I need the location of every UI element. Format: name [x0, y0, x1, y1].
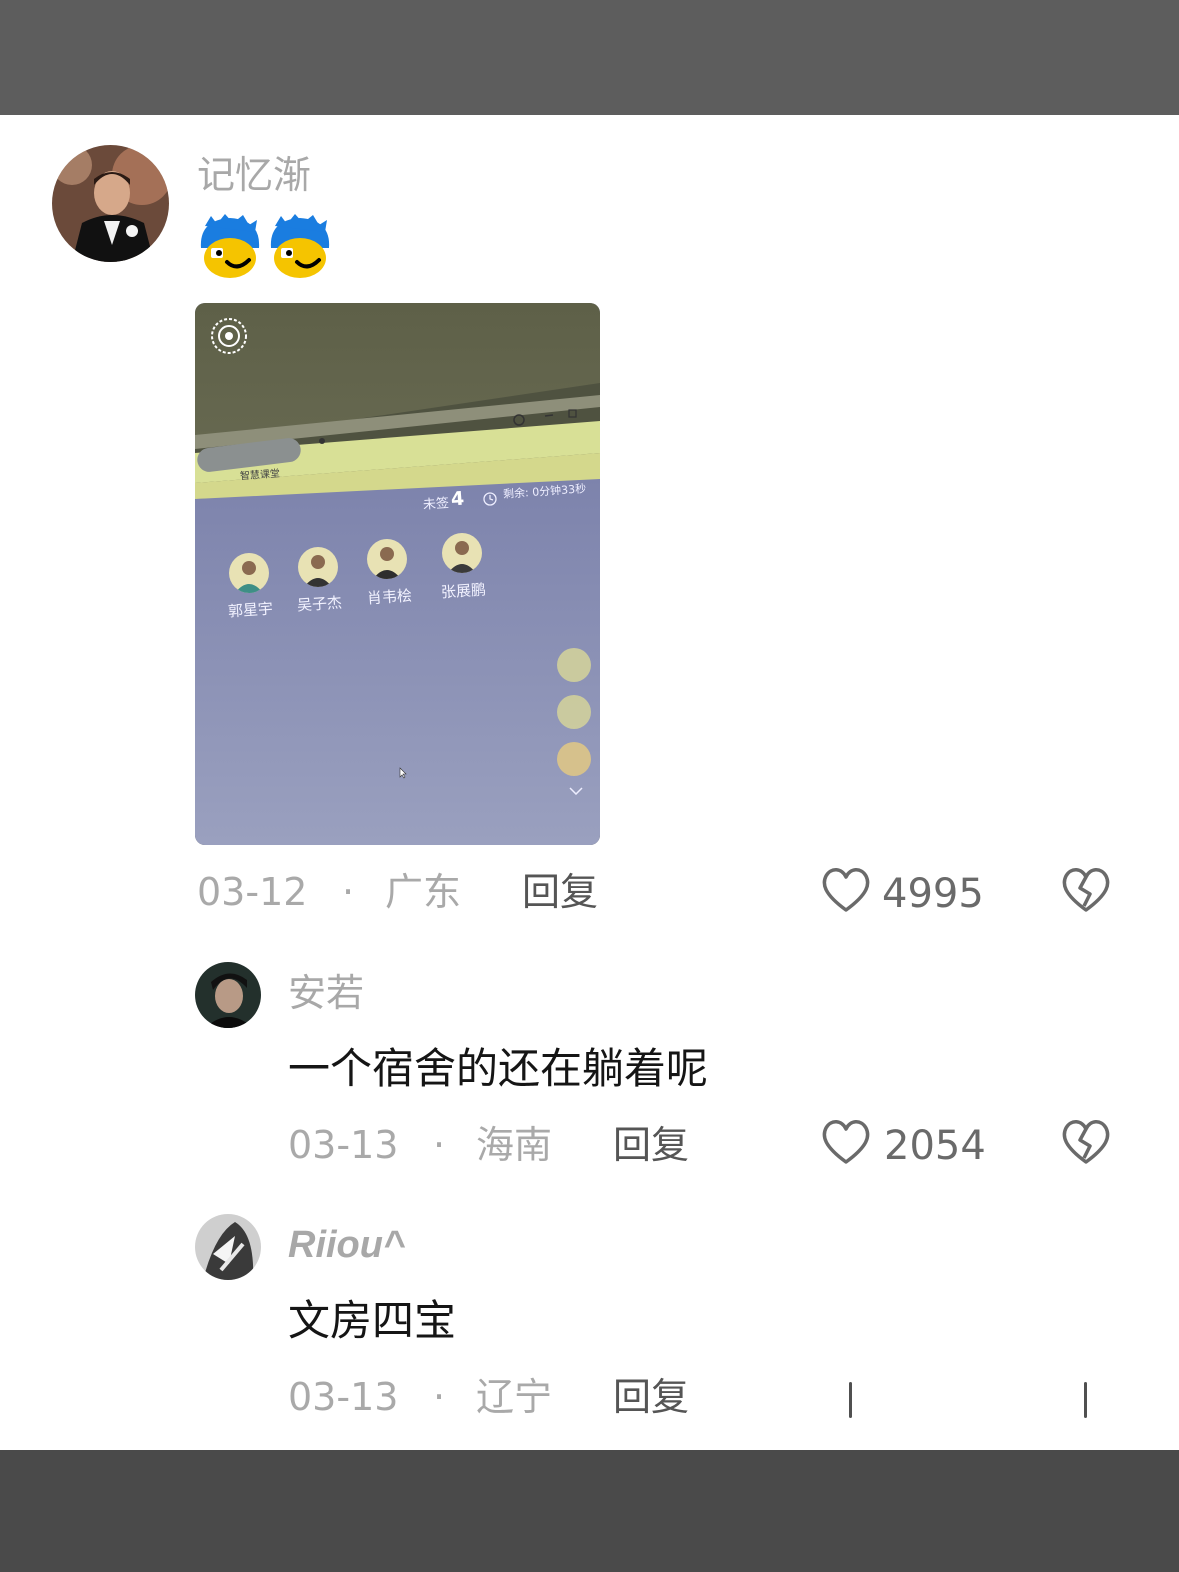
- reply-button[interactable]: 回复: [522, 873, 598, 911]
- student-avatar: [298, 547, 338, 587]
- student-name: 张展鹏: [440, 580, 487, 602]
- smiling-face-emoji: [270, 214, 330, 278]
- student-avatar: [442, 533, 482, 573]
- comment-date: 03-12: [197, 870, 308, 914]
- smiling-face-emoji: [200, 214, 260, 278]
- comment-date: 03-13: [288, 1123, 399, 1167]
- photo-side-button: [557, 742, 591, 776]
- like-count: 2054: [884, 1123, 986, 1169]
- photo-unsigned-label: 未签: [422, 496, 450, 513]
- reply-button[interactable]: 回复: [613, 1126, 689, 1164]
- heart-icon[interactable]: [820, 1118, 872, 1166]
- like-count: 4995: [882, 871, 984, 917]
- meta-separator: ·: [433, 1123, 446, 1167]
- chevron-down-icon: [569, 787, 583, 795]
- meta-separator: ·: [342, 870, 355, 914]
- avatar[interactable]: [195, 1214, 261, 1280]
- username[interactable]: Riiou^: [288, 1226, 405, 1264]
- mouse-cursor-icon: [399, 767, 407, 779]
- comment-text: 一个宿舍的还在躺着呢: [288, 1044, 709, 1093]
- student-name: 吴子杰: [296, 593, 343, 615]
- student-name: 肖韦桧: [366, 586, 413, 608]
- photo-unsigned-count: 4: [450, 487, 465, 511]
- comment-location: 海南: [476, 1123, 553, 1167]
- photo-side-button: [557, 695, 591, 729]
- comment-location: 广东: [385, 870, 462, 914]
- broken-heart-icon[interactable]: [1060, 864, 1112, 914]
- top-dark-bar: [0, 0, 1179, 115]
- avatar[interactable]: [195, 962, 261, 1028]
- reply-button[interactable]: 回复: [613, 1378, 689, 1416]
- dislike-icon-cutoff: [1084, 1382, 1087, 1418]
- comment-image[interactable]: 智慧课堂 未签 4 剩余: 0分钟33秒 郭星宇 吴子杰 肖韦桧 张展鹏: [195, 303, 600, 845]
- photo-side-button: [557, 648, 591, 682]
- comment-location: 辽宁: [476, 1375, 553, 1419]
- comment-date: 03-13: [288, 1375, 399, 1419]
- username[interactable]: 记忆渐: [197, 156, 311, 194]
- student-avatar: [367, 539, 407, 579]
- meta-separator: ·: [433, 1375, 446, 1419]
- bottom-dark-bar: [0, 1450, 1179, 1572]
- like-icon-cutoff: [849, 1382, 852, 1418]
- student-avatar: [229, 553, 269, 593]
- avatar[interactable]: [52, 145, 169, 262]
- heart-icon[interactable]: [820, 866, 872, 914]
- comment-text: 文房四宝: [288, 1296, 457, 1345]
- broken-heart-icon[interactable]: [1060, 1116, 1112, 1166]
- username[interactable]: 安若: [288, 974, 364, 1012]
- clock-icon: [483, 492, 497, 506]
- student-name: 郭星宇: [227, 599, 274, 621]
